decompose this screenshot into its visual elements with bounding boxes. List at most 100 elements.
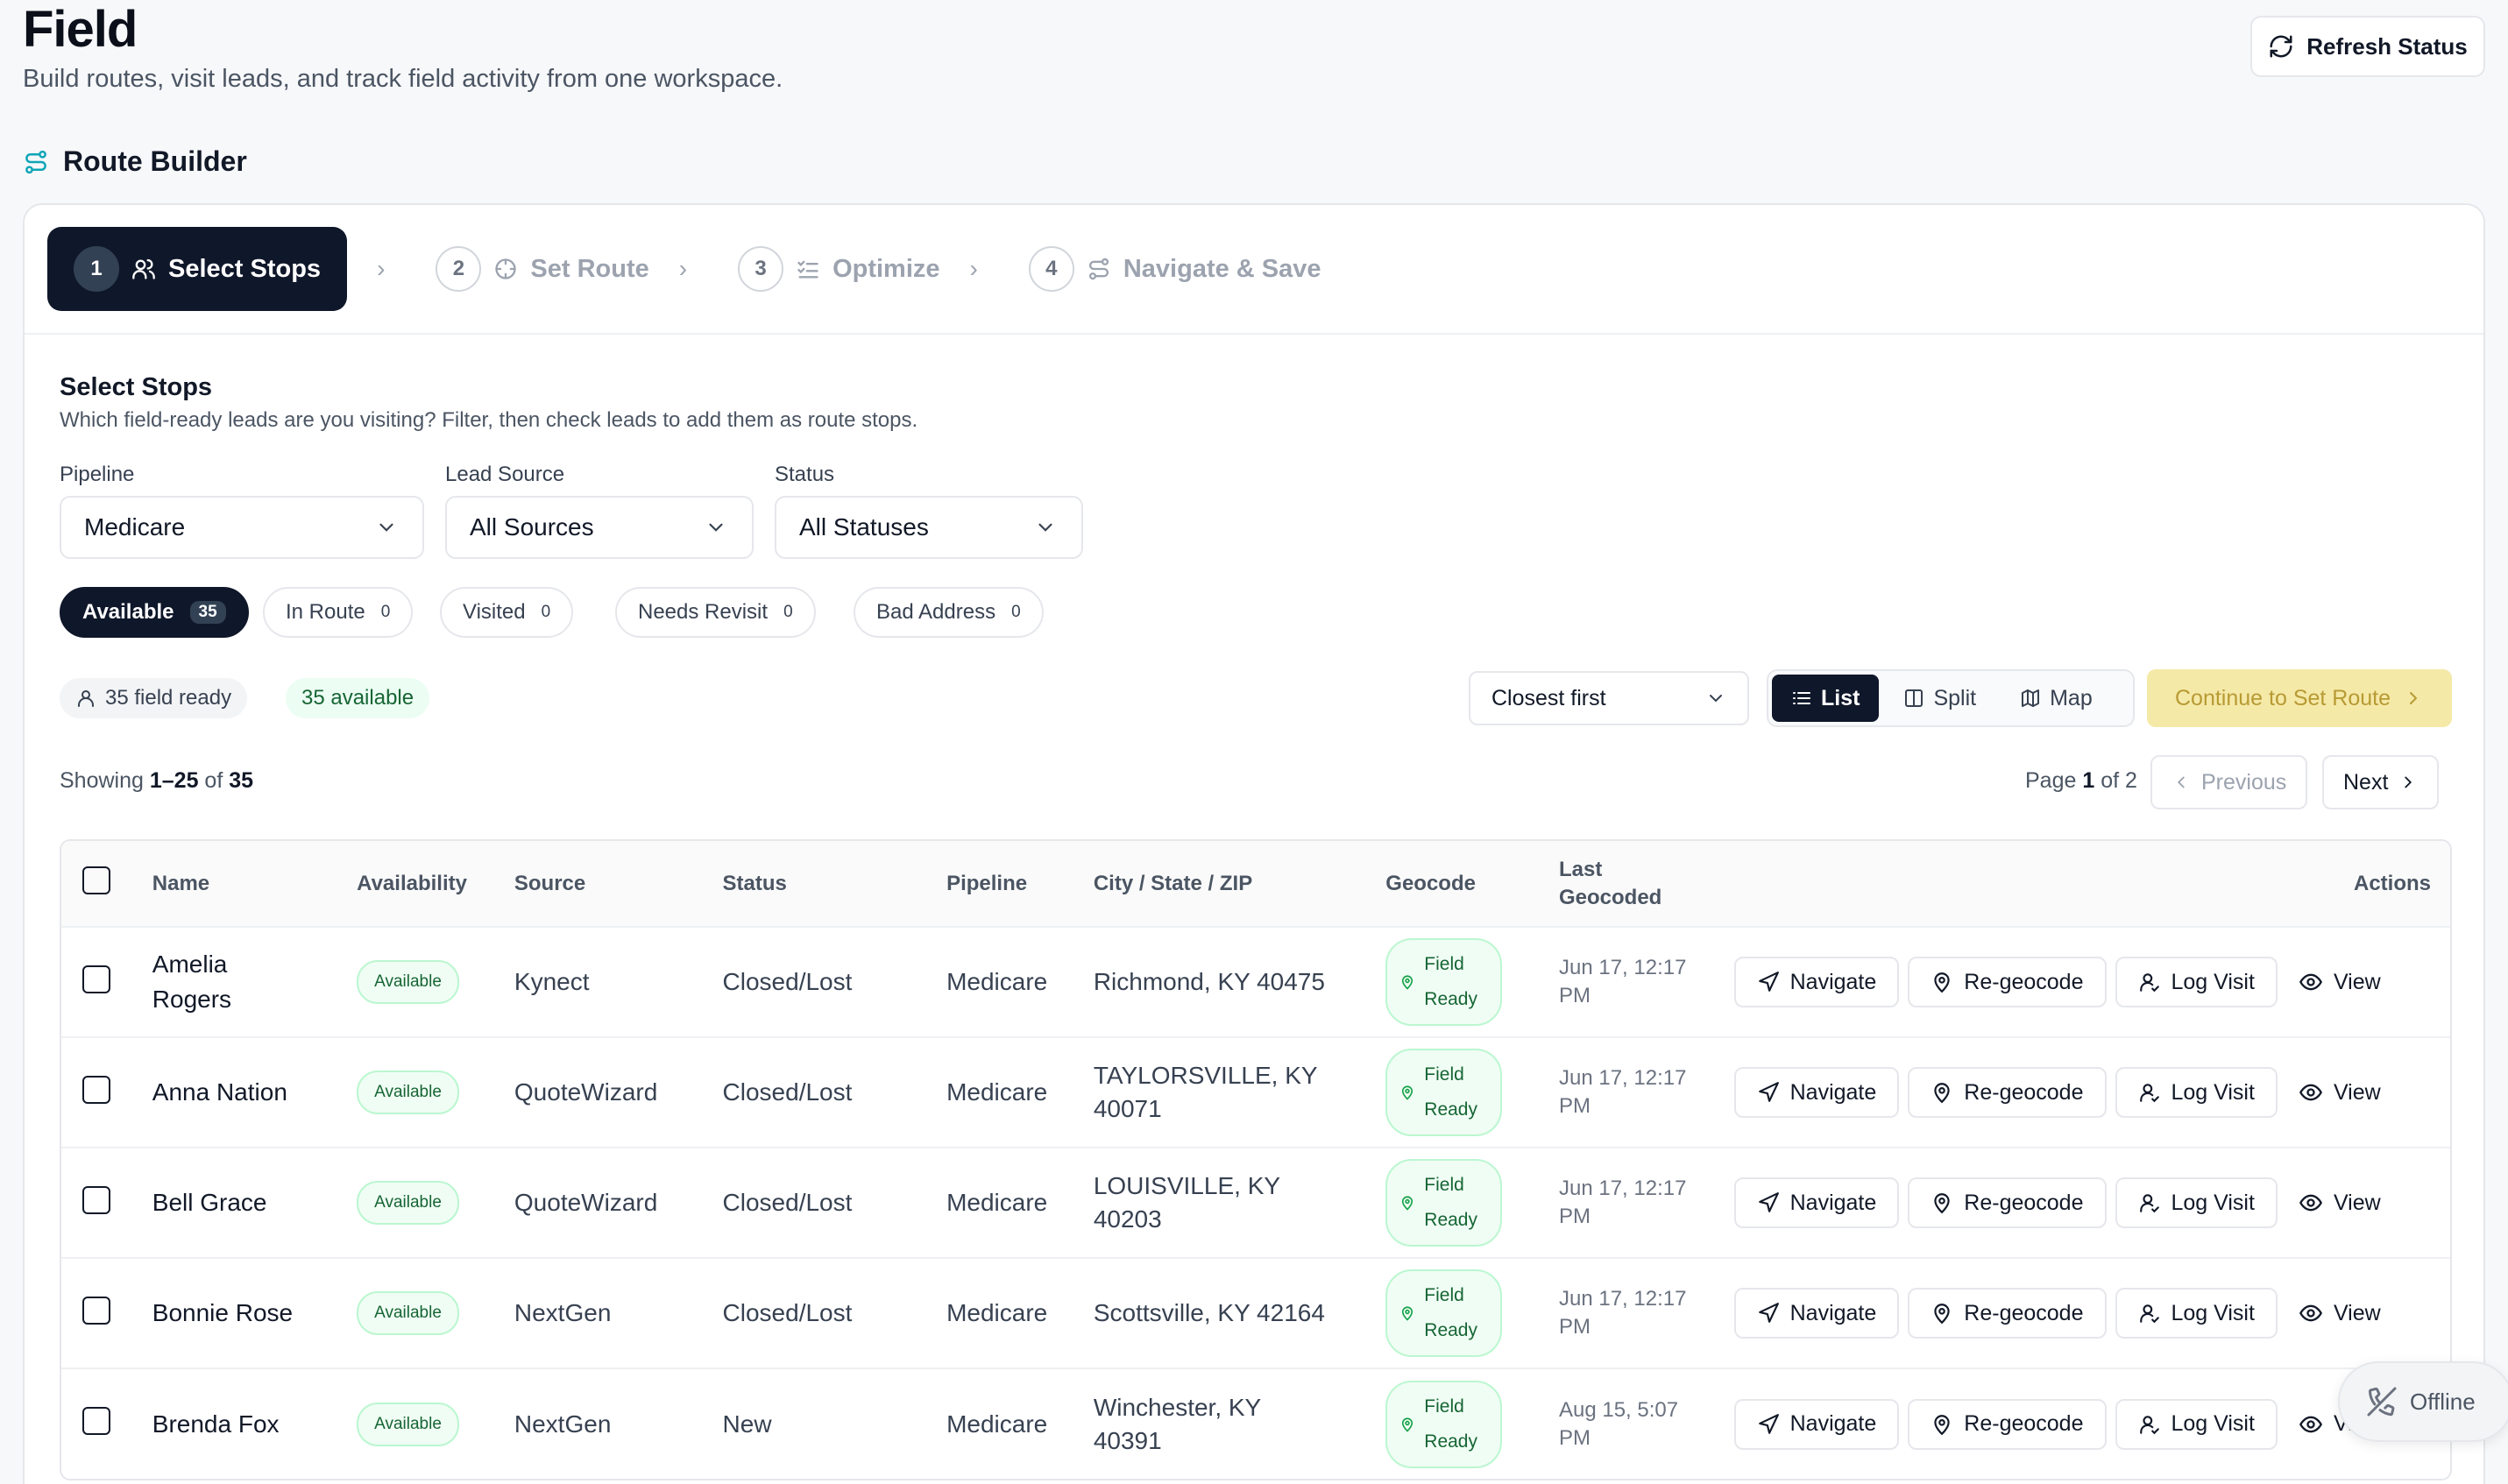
- pipeline-value: Medicare: [84, 513, 186, 541]
- pipeline-select[interactable]: Medicare: [60, 496, 424, 559]
- view-list-button[interactable]: List: [1772, 675, 1880, 722]
- availability-badge: Available: [357, 1291, 459, 1335]
- row-checkbox[interactable]: [82, 965, 110, 993]
- route-icon: [25, 150, 46, 173]
- route-builder-heading: Route Builder: [23, 145, 247, 178]
- table-row[interactable]: Anna Nation Available QuoteWizard Closed…: [61, 1036, 2450, 1148]
- table-row[interactable]: Amelia Rogers Available Kynect Closed/Los…: [61, 926, 2450, 1037]
- row-checkbox[interactable]: [82, 1296, 110, 1325]
- navigate-button[interactable]: Navigate: [1733, 957, 1900, 1007]
- select-all-checkbox[interactable]: [82, 866, 110, 894]
- route-icon: [1088, 258, 1109, 280]
- lead-name[interactable]: Bonnie Rose: [152, 1296, 357, 1331]
- step-optimize[interactable]: 3 Optimize: [738, 246, 940, 292]
- col-last-geocoded: Last Geocoded: [1558, 857, 1662, 909]
- navigation-icon: [1758, 1413, 1779, 1434]
- step-select-stops[interactable]: 1 Select Stops: [47, 227, 348, 311]
- chip-available[interactable]: Available 35: [60, 587, 249, 638]
- lead-name[interactable]: Amelia Rogers: [152, 947, 357, 1017]
- eye-icon: [2299, 973, 2322, 991]
- refresh-status-button[interactable]: Refresh Status: [2250, 16, 2485, 77]
- row-actions: Navigate Re-geocode Log Visit View: [1733, 1288, 2450, 1339]
- lead-status: Closed/Lost: [722, 1257, 947, 1368]
- re-geocode-button[interactable]: Re-geocode: [1908, 1177, 2107, 1228]
- lead-pipeline: Medicare: [946, 1147, 1094, 1258]
- navigation-icon: [1758, 972, 1779, 992]
- chevron-right-icon: ›: [678, 255, 688, 282]
- lead-name[interactable]: Anna Nation: [152, 1075, 357, 1110]
- step-navigate-save[interactable]: 4 Navigate & Save: [1028, 246, 1321, 292]
- navigate-button[interactable]: Navigate: [1733, 1288, 1900, 1339]
- step-set-route[interactable]: 2 Set Route: [436, 246, 649, 292]
- col-availability: Availability: [357, 871, 467, 895]
- lead-pipeline: Medicare: [946, 1036, 1094, 1148]
- row-checkbox[interactable]: [82, 1407, 110, 1435]
- navigate-button[interactable]: Navigate: [1733, 1067, 1900, 1118]
- re-geocode-button[interactable]: Re-geocode: [1908, 1067, 2107, 1118]
- continue-label: Continue to Set Route: [2175, 685, 2391, 710]
- map-pin-icon: [1402, 1306, 1413, 1321]
- continue-to-set-route-button[interactable]: Continue to Set Route: [2147, 669, 2452, 727]
- re-geocode-button[interactable]: Re-geocode: [1908, 1288, 2107, 1339]
- geocode-badge: Field Ready: [1385, 1049, 1502, 1136]
- re-geocode-button[interactable]: Re-geocode: [1908, 957, 2107, 1007]
- offline-indicator[interactable]: Offline: [2338, 1361, 2508, 1442]
- previous-page-button[interactable]: Previous: [2150, 755, 2308, 809]
- log-visit-button[interactable]: Log Visit: [2115, 1398, 2278, 1450]
- sort-select[interactable]: Closest first: [1469, 671, 1749, 725]
- next-page-button[interactable]: Next: [2322, 755, 2440, 809]
- list-checks-icon: [797, 260, 818, 279]
- view-button[interactable]: View: [2285, 957, 2393, 1007]
- map-pin-icon: [1934, 1414, 1950, 1435]
- view-button[interactable]: View: [2285, 1177, 2393, 1228]
- navigate-button[interactable]: Navigate: [1733, 1177, 1900, 1228]
- table-row[interactable]: Bell Grace Available QuoteWizard Closed/…: [61, 1147, 2450, 1258]
- lead-name[interactable]: Brenda Fox: [152, 1407, 357, 1442]
- eye-icon: [2299, 1084, 2322, 1101]
- view-map-button[interactable]: Map: [2001, 675, 2112, 722]
- view-button[interactable]: View: [2285, 1288, 2393, 1339]
- view-split-label: Split: [1933, 685, 1977, 710]
- chevron-left-icon: [2177, 776, 2185, 788]
- view-button[interactable]: View: [2285, 1067, 2393, 1118]
- table-row[interactable]: Bonnie Rose Available NextGen Closed/Los…: [61, 1257, 2450, 1368]
- status-select[interactable]: All Statuses: [775, 496, 1083, 559]
- geocode-badge: Field Ready: [1385, 1269, 1502, 1357]
- map-pin-icon: [1934, 1193, 1950, 1214]
- lead-pipeline: Medicare: [946, 1257, 1094, 1368]
- refresh-icon: [2270, 35, 2292, 58]
- chip-count: 0: [783, 603, 793, 621]
- re-geocode-button[interactable]: Re-geocode: [1908, 1398, 2107, 1450]
- view-split-button[interactable]: Split: [1884, 675, 1995, 722]
- availability-badge: Available: [357, 960, 459, 1004]
- available-text: 35 available: [301, 686, 414, 710]
- user-check-icon: [2139, 1084, 2159, 1103]
- lead-city: Scottsville, KY 42164: [1093, 1299, 1325, 1326]
- lead-source: NextGen: [514, 1257, 723, 1368]
- log-visit-button[interactable]: Log Visit: [2115, 1288, 2278, 1339]
- chip-visited[interactable]: Visited 0: [440, 587, 574, 638]
- lead-source: NextGen: [514, 1367, 723, 1479]
- row-checkbox[interactable]: [82, 1075, 110, 1104]
- col-source: Source: [514, 871, 586, 895]
- columns-icon: [1905, 689, 1924, 707]
- table-row[interactable]: Brenda Fox Available NextGen New Medicar…: [61, 1367, 2450, 1479]
- chip-bad-address[interactable]: Bad Address 0: [854, 587, 1044, 638]
- chip-count: 35: [189, 601, 226, 624]
- navigation-icon: [1758, 1082, 1779, 1102]
- geocode-badge: Field Ready: [1385, 1380, 1502, 1468]
- row-checkbox[interactable]: [82, 1185, 110, 1214]
- sort-value: Closest first: [1491, 685, 1606, 710]
- col-city: City / State / ZIP: [1093, 871, 1253, 895]
- log-visit-button[interactable]: Log Visit: [2115, 957, 2278, 1007]
- log-visit-button[interactable]: Log Visit: [2115, 1067, 2278, 1118]
- lead-name[interactable]: Bell Grace: [152, 1185, 357, 1220]
- navigate-button[interactable]: Navigate: [1733, 1398, 1900, 1450]
- chip-needs-revisit[interactable]: Needs Revisit 0: [615, 587, 816, 638]
- col-status: Status: [722, 871, 787, 895]
- chip-in-route[interactable]: In Route 0: [263, 587, 414, 638]
- users-icon: [132, 258, 155, 279]
- last-geocoded: Jun 17, 12:17 PM: [1558, 1177, 1687, 1228]
- lead-source-select[interactable]: All Sources: [445, 496, 754, 559]
- log-visit-button[interactable]: Log Visit: [2115, 1177, 2278, 1228]
